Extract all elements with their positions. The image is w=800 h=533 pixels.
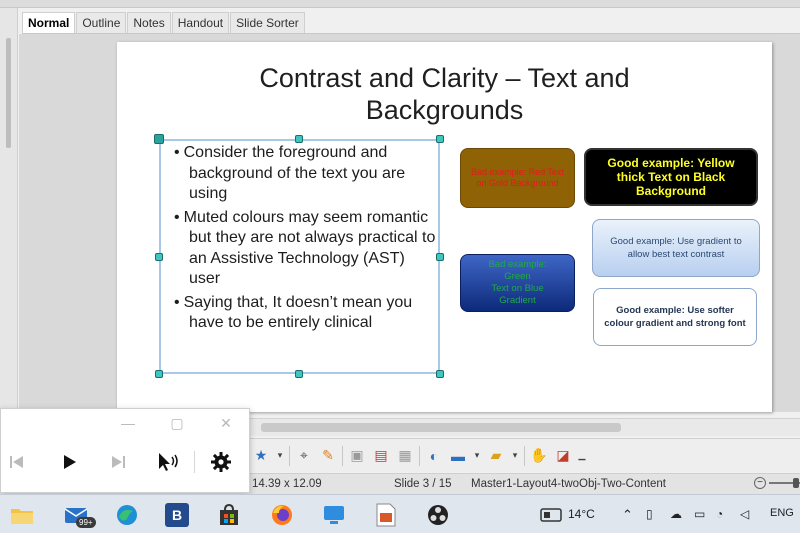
- image-icon[interactable]: ▣: [347, 445, 367, 467]
- bad-example-green-line: Gradient: [499, 295, 536, 306]
- media-controller-window: — ▢ ✕: [0, 408, 250, 493]
- media-icon[interactable]: ▤: [371, 445, 391, 467]
- network-icon[interactable]: ▭: [694, 507, 705, 521]
- gear-icon[interactable]: [208, 449, 234, 475]
- fontwork-icon[interactable]: ▬: [448, 445, 468, 467]
- firefox-icon[interactable]: [268, 501, 296, 529]
- table-icon[interactable]: ◐: [424, 445, 444, 467]
- slide-pane-scrollbar[interactable]: [0, 8, 18, 408]
- resize-handle-top-right[interactable]: [436, 135, 444, 143]
- horizontal-scrollbar[interactable]: [249, 418, 800, 436]
- bad-example-green-on-blue-box[interactable]: Bad example: Green Text on Blue Gradient: [460, 254, 575, 312]
- chevron-up-icon[interactable]: ⌃: [622, 507, 633, 523]
- more-icon[interactable]: ▁: [577, 445, 587, 467]
- pencil-icon[interactable]: ✎: [318, 445, 338, 467]
- crop-icon[interactable]: ✋: [529, 445, 549, 467]
- status-bar: 14.39 x 12.09 Slide 3 / 15 Master1-Layou…: [249, 473, 800, 494]
- mail-icon[interactable]: 99+: [62, 501, 96, 529]
- bad-example-green-line: Bad example:: [488, 259, 547, 270]
- weather-temperature[interactable]: 14°C: [568, 507, 595, 521]
- slide-title[interactable]: Contrast and Clarity – Text and Backgrou…: [117, 62, 772, 126]
- star-icon[interactable]: ★: [251, 445, 271, 467]
- zoom-knob[interactable]: [793, 478, 799, 488]
- window-top-strip: [0, 0, 800, 8]
- store-icon[interactable]: [215, 501, 243, 529]
- obs-icon[interactable]: [424, 501, 452, 529]
- bullet-item: Muted colours may seem romantic but they…: [165, 208, 440, 290]
- language-indicator[interactable]: ENG: [770, 507, 794, 519]
- app-b-label: B: [165, 503, 189, 527]
- dropdown-arrow-icon[interactable]: ▾: [275, 445, 285, 467]
- gallery-icon[interactable]: ◪: [553, 445, 573, 467]
- close-button[interactable]: ✕: [215, 413, 237, 433]
- good-example-yellow-on-black-box[interactable]: Good example: Yellow thick Text on Black…: [584, 148, 758, 206]
- controller-separator: [194, 451, 195, 473]
- good-example-yellow-text: Good example: Yellow thick Text on Black…: [607, 156, 735, 198]
- teamviewer-icon[interactable]: [320, 501, 348, 529]
- resize-handle-bottom[interactable]: [295, 370, 303, 378]
- cloud-icon[interactable]: ☁: [670, 507, 682, 521]
- impress-app-icon[interactable]: [372, 501, 400, 529]
- bad-example-green-line: Text on Blue: [491, 283, 544, 294]
- bullet-item: Saying that, It doesn’t mean you have to…: [165, 293, 440, 334]
- edge-browser-icon[interactable]: [113, 501, 141, 529]
- dropdown-arrow-icon[interactable]: ▾: [510, 445, 520, 467]
- dropdown-arrow-icon[interactable]: ▾: [472, 445, 482, 467]
- tab-slide-sorter[interactable]: Slide Sorter: [230, 12, 305, 34]
- drawing-toolbar: ★ ▾ ⌖ ✎ ▣ ▤ ▦ ◐ ▬ ▾ ▰ ▾ ✋ ◪ ▁: [249, 438, 800, 472]
- play-icon[interactable]: [57, 449, 81, 475]
- windows-taskbar: 99+ B 14°C ⌃ ▯ ☁ ▭ ◔ ◁ ENG: [0, 494, 800, 533]
- object-size: 14.39 x 12.09: [252, 478, 322, 490]
- good-example-gradient-text: Good example: Use gradient to allow best…: [610, 236, 742, 260]
- resize-handle-top[interactable]: [295, 135, 303, 143]
- tab-notes[interactable]: Notes: [127, 12, 171, 34]
- tab-normal[interactable]: Normal: [22, 12, 76, 34]
- good-example-gradient-box[interactable]: Good example: Use gradient to allow best…: [592, 219, 760, 277]
- resize-handle-left[interactable]: [155, 253, 163, 261]
- weather-icon[interactable]: [538, 501, 564, 529]
- toolbar-separator: [419, 445, 420, 466]
- minimize-button[interactable]: —: [117, 413, 139, 433]
- chart-icon[interactable]: ▦: [395, 445, 415, 467]
- toolbar-separator: [524, 445, 525, 466]
- resize-handle-bottom-left[interactable]: [155, 370, 163, 378]
- bullet-list[interactable]: Consider the foreground and background o…: [165, 143, 440, 337]
- app-b-icon[interactable]: B: [163, 501, 191, 529]
- toolbar-separator: [342, 445, 343, 466]
- resize-handle-top-left[interactable]: [154, 134, 164, 144]
- skip-previous-icon[interactable]: [5, 449, 29, 475]
- points-icon[interactable]: ⌖: [294, 445, 314, 467]
- wifi-icon[interactable]: ◔: [716, 507, 723, 521]
- good-example-softer-text: Good example: Use softer colour gradient…: [604, 305, 746, 329]
- resize-handle-bottom-right[interactable]: [436, 370, 444, 378]
- scroll-thumb[interactable]: [261, 423, 621, 432]
- skip-next-icon[interactable]: [106, 449, 130, 475]
- battery-saver-icon[interactable]: ▯: [646, 507, 653, 521]
- bad-example-red-text: Bad example: Red Text on Gold Background: [471, 167, 564, 188]
- volume-icon[interactable]: ◁: [740, 507, 749, 521]
- master-slide-name[interactable]: Master1-Layout4-twoObj-Two-Content: [471, 478, 666, 490]
- bad-example-green-line: Green: [504, 271, 531, 282]
- file-explorer-icon[interactable]: [8, 501, 36, 529]
- bullet-item: Consider the foreground and background o…: [165, 143, 440, 205]
- slide-title-line-2: Backgrounds: [365, 95, 524, 125]
- zoom-out-button[interactable]: −: [754, 477, 766, 489]
- slide-indicator: Slide 3 / 15: [394, 478, 452, 490]
- restore-button[interactable]: ▢: [166, 413, 188, 433]
- toolbar-separator: [289, 445, 290, 466]
- shadow-icon[interactable]: ▰: [486, 445, 506, 467]
- zoom-track[interactable]: [769, 478, 800, 488]
- tab-outline[interactable]: Outline: [76, 12, 127, 34]
- scroll-thumb[interactable]: [6, 38, 11, 148]
- mail-badge: 99+: [76, 517, 96, 528]
- slide-canvas[interactable]: Contrast and Clarity – Text and Backgrou…: [117, 42, 772, 412]
- slide-title-line-1: Contrast and Clarity – Text and: [259, 63, 630, 93]
- good-example-softer-gradient-box[interactable]: Good example: Use softer colour gradient…: [593, 288, 757, 346]
- bad-example-red-on-gold-box[interactable]: Bad example: Red Text on Gold Background: [460, 148, 575, 208]
- cursor-audio-icon[interactable]: [155, 449, 183, 475]
- zoom-slider[interactable]: −: [754, 477, 800, 489]
- tab-handout[interactable]: Handout: [171, 12, 230, 34]
- view-tabs: Normal Outline Notes Handout Slide Sorte…: [22, 12, 306, 34]
